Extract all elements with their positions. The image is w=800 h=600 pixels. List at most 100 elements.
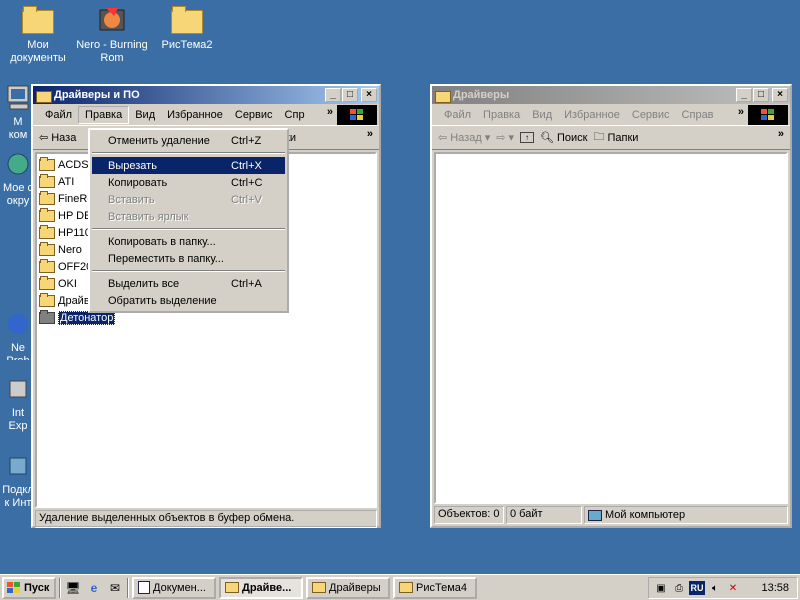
menu-bar: Файл Правка Вид Избранное Сервис Спр » [33,104,379,126]
back-button[interactable]: ⇦ Наза [39,131,76,145]
folder-icon [39,207,55,222]
desktop-icon-label: Nero - Burning Rom [76,39,148,64]
volume-icon[interactable]: 🔈︎ [707,581,723,595]
nero-icon [96,4,128,36]
computer-icon [7,85,29,110]
back-arrow-icon: ⇦ [438,132,448,144]
back-arrow-icon: ⇦ [39,132,49,144]
title-bar[interactable]: Драйверы и ПО _ □ × [33,86,379,104]
folder-icon [39,292,55,307]
maximize-button[interactable]: □ [753,88,769,102]
taskbar-separator [127,577,129,598]
network-disconnected-icon[interactable]: ✕ [725,581,741,595]
toolbar-overflow-chevron-icon[interactable]: » [778,128,784,140]
dropdown-arrow-icon: ▾ [484,132,491,144]
menu-overflow-chevron-icon[interactable]: » [738,106,744,118]
folder-icon [225,582,239,593]
folder-icon [39,156,55,171]
task-button-drivers-po[interactable]: Драйве... [219,576,303,599]
taskbar-separator [59,577,61,598]
up-folder-icon: ↑ [520,132,535,143]
desktop-icon-ristema2[interactable]: РисТема2 [147,4,227,52]
status-text: Удаление выделенных объектов в буфер обм… [35,510,377,528]
minimize-button[interactable]: _ [736,88,752,102]
menu-item-select-all[interactable]: Выделить все Ctrl+A [92,275,285,292]
language-indicator[interactable]: RU [689,581,705,595]
menu-view[interactable]: Вид [526,107,558,123]
tray-printer-icon[interactable]: ⎙ [671,581,687,595]
clock[interactable]: 13:58 [761,582,789,594]
folder-icon [39,275,55,290]
status-object-count: Объектов: 0 [434,506,504,524]
menu-help[interactable]: Справ [676,107,720,123]
menu-item-undo-delete[interactable]: Отменить удаление Ctrl+Z [92,132,285,149]
tray-app-icon[interactable]: ▣ [653,581,669,595]
file-list-pane[interactable] [434,152,788,504]
menu-favorites[interactable]: Избранное [558,107,626,123]
menu-file[interactable]: Файл [438,107,477,123]
menu-item-paste[interactable]: Вставить Ctrl+V [92,191,285,208]
menu-item-cut[interactable]: Вырезать Ctrl+X [92,157,285,174]
system-tray: ▣ ⎙ RU 🔈︎ ✕ 13:58 [648,577,798,599]
windows-logo-icon [337,105,377,125]
taskbar: Пуск 🖥︎ e ✉︎ Докумен... Драйве... Драйве… [0,574,800,600]
menu-help[interactable]: Спр [279,107,311,123]
menu-item-invert-selection[interactable]: Обратить выделение [92,292,285,309]
close-button[interactable]: × [772,88,788,102]
folder-icon [39,173,55,188]
menu-separator [92,270,285,272]
outlook-quicklaunch-icon[interactable]: ✉︎ [106,579,124,597]
folder-icon [35,89,52,103]
windows-flag-icon [7,581,21,594]
status-size: 0 байт [506,506,582,524]
task-button-document[interactable]: Докумен... [132,576,216,599]
task-button-drivers[interactable]: Драйверы [306,576,390,599]
folder-icon [39,258,55,273]
desktop-icon-nero[interactable]: Nero - Burning Rom [72,4,152,65]
toolbar-overflow-chevron-icon[interactable]: » [367,128,373,140]
folders-icon: 🗀 [593,131,605,143]
desktop-icon-label: Мои документы [10,39,66,64]
start-button[interactable]: Пуск [2,576,56,599]
forward-arrow-icon: ⇨ [496,132,506,144]
desktop-icon-my-documents[interactable]: Мои документы [0,4,78,65]
menu-edit[interactable]: Правка [477,107,526,123]
menu-view[interactable]: Вид [129,107,161,123]
menu-item-copy[interactable]: Копировать Ctrl+C [92,174,285,191]
menu-item-copy-to-folder[interactable]: Копировать в папку... [92,233,285,250]
status-bar: Объектов: 0 0 байт Мой компьютер [434,506,788,524]
menu-tools[interactable]: Сервис [229,107,279,123]
menu-favorites[interactable]: Избранное [161,107,229,123]
menu-overflow-chevron-icon[interactable]: » [327,106,333,118]
forward-button[interactable]: ⇨ ▾ [496,131,514,144]
dropdown-arrow-icon: ▾ [508,132,515,144]
explorer-window-drivers[interactable]: Драйверы _ □ × Файл Правка Вид Избранное… [430,84,792,528]
menu-file[interactable]: Файл [39,107,78,123]
menu-item-paste-shortcut[interactable]: Вставить ярлык [92,208,285,225]
menu-item-move-to-folder[interactable]: Переместить в папку... [92,250,285,267]
status-location: Мой компьютер [584,506,788,524]
show-desktop-icon[interactable]: 🖥︎ [64,579,82,597]
folder-icon [434,89,451,103]
up-folder-button[interactable]: ↑ [520,132,535,143]
minimize-button[interactable]: _ [325,88,341,102]
task-button-ristema4[interactable]: РисТема4 [393,576,477,599]
folder-icon [39,241,55,256]
back-button[interactable]: ⇦ Назад ▾ [438,131,491,145]
search-button[interactable]: 🔍︎ Поиск [540,131,587,145]
folder-icon [39,224,55,239]
folder-icon [399,582,413,593]
maximize-button[interactable]: □ [342,88,358,102]
desktop-icon-label: РисТема2 [161,39,213,51]
search-icon: 🔍︎ [540,132,554,144]
my-computer-icon [588,509,602,521]
menu-tools[interactable]: Сервис [626,107,676,123]
connect-icon [9,380,27,398]
title-bar[interactable]: Драйверы _ □ × [432,86,790,104]
photo-icon [9,457,27,475]
status-bar: Удаление выделенных объектов в буфер обм… [35,510,377,528]
folders-button[interactable]: 🗀 Папки [593,128,638,147]
ie-quicklaunch-icon[interactable]: e [85,579,103,597]
menu-edit[interactable]: Правка [78,105,130,124]
close-button[interactable]: × [361,88,377,102]
